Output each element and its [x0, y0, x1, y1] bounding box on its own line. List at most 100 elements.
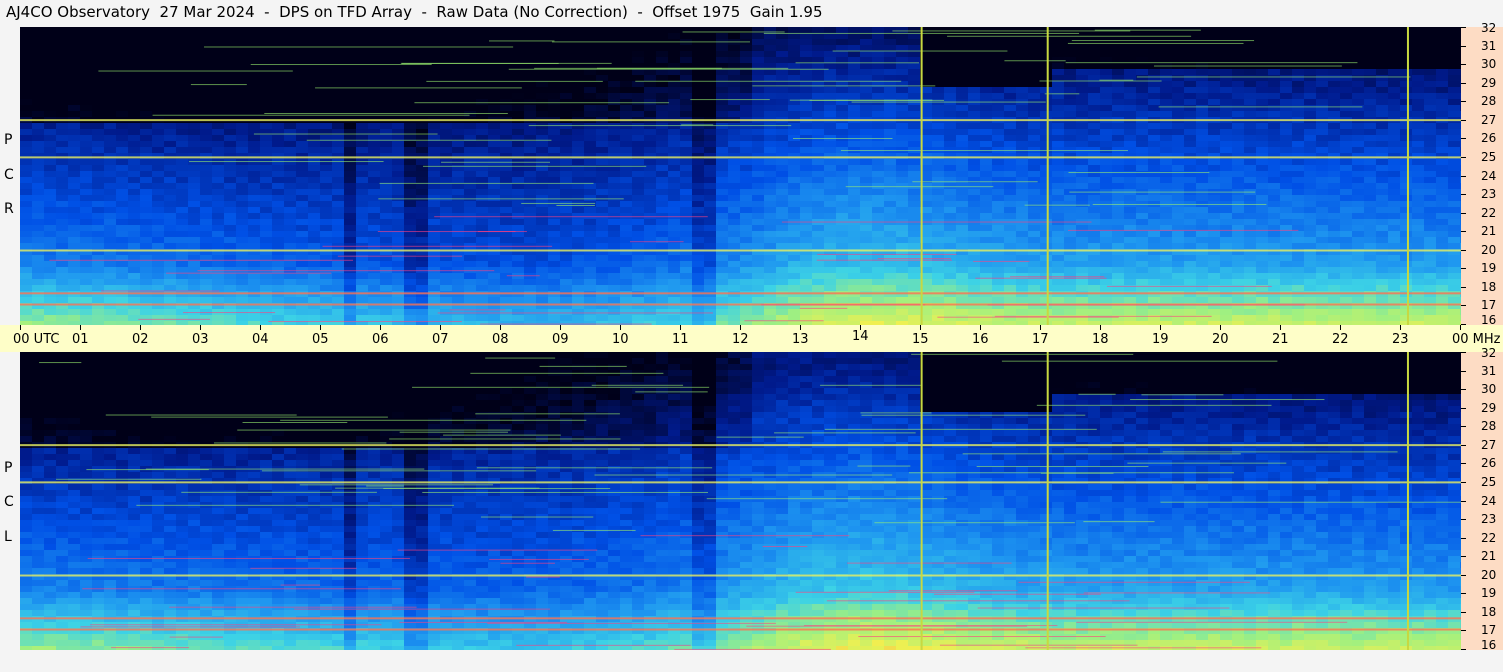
heatmap-cell [560, 243, 572, 249]
heatmap-cell [800, 105, 812, 111]
heatmap-cell [896, 63, 908, 69]
heatmap-cell [104, 63, 116, 69]
heatmap-cell [1376, 87, 1388, 93]
heatmap-cell [1208, 219, 1220, 225]
heatmap-cell [1124, 183, 1136, 189]
heatmap-cell [1088, 99, 1100, 105]
heatmap-cell [1400, 63, 1412, 69]
heatmap-cell [524, 183, 536, 189]
heatmap-cell [1448, 213, 1460, 219]
heatmap-cell [356, 219, 368, 225]
heatmap-cell [608, 255, 620, 261]
heatmap-cell [728, 147, 740, 153]
heatmap-cell [116, 243, 128, 249]
heatmap-cell [932, 195, 944, 201]
heatmap-cell [944, 261, 956, 267]
heatmap-cell [1148, 69, 1160, 75]
heatmap-cell [44, 57, 56, 63]
heatmap-cell [704, 267, 716, 273]
heatmap-cell [476, 51, 488, 57]
heatmap-cell [464, 105, 476, 111]
heatmap-cell [968, 123, 980, 129]
heatmap-cell [980, 213, 992, 219]
heatmap-cell [608, 129, 620, 135]
heatmap-cell [848, 237, 860, 243]
heatmap-cell [1448, 201, 1460, 207]
heatmap-cell [1436, 105, 1448, 111]
heatmap-cell [176, 27, 188, 33]
heatmap-cell [680, 261, 692, 267]
heatmap-cell [512, 225, 524, 231]
heatmap-cell [824, 183, 836, 189]
heatmap-cell [1268, 243, 1280, 249]
heatmap-cell [104, 177, 116, 183]
heatmap-cell [308, 75, 320, 81]
heatmap-cell [992, 39, 1004, 45]
heatmap-cell [1364, 183, 1376, 189]
heatmap-cell [956, 51, 968, 57]
heatmap-cell [1232, 135, 1244, 141]
heatmap-cell [824, 159, 836, 165]
heatmap-cell [212, 87, 224, 93]
heatmap-cell [896, 207, 908, 213]
heatmap-cell [1304, 75, 1316, 81]
heatmap-cell [1148, 57, 1160, 63]
heatmap-cell [860, 51, 872, 57]
heatmap-cell [968, 213, 980, 219]
heatmap-cell [824, 267, 836, 273]
heatmap-cell [1364, 189, 1376, 195]
heatmap-cell [1004, 75, 1016, 81]
heatmap-cell [668, 57, 680, 63]
heatmap-cell [812, 237, 824, 243]
heatmap-cell [896, 231, 908, 237]
heatmap-cell [44, 135, 56, 141]
heatmap-cell [20, 261, 32, 267]
heatmap-cell [32, 267, 44, 273]
heatmap-cell [116, 33, 128, 39]
heatmap-cell [1424, 165, 1436, 171]
heatmap-cell [1352, 123, 1364, 129]
heatmap-cell [80, 147, 92, 153]
heatmap-cell [212, 135, 224, 141]
heatmap-cell [272, 45, 284, 51]
heatmap-cell [1412, 219, 1424, 225]
heatmap-cell [968, 147, 980, 153]
heatmap-cell [1364, 195, 1376, 201]
heatmap-cell [764, 225, 776, 231]
heatmap-cell [20, 81, 32, 87]
heatmap-cell [224, 93, 236, 99]
heatmap-cell [680, 207, 692, 213]
heatmap-cell [164, 237, 176, 243]
heatmap-cell [140, 87, 152, 93]
heatmap-cell [332, 99, 344, 105]
heatmap-cell [92, 183, 104, 189]
heatmap-cell [1184, 195, 1196, 201]
heatmap-cell [404, 75, 416, 81]
heatmap-cell [476, 129, 488, 135]
heatmap-cell [224, 207, 236, 213]
heatmap-cell [812, 225, 824, 231]
heatmap-cell [1436, 93, 1448, 99]
heatmap-cell [1388, 147, 1400, 153]
heatmap-cell [248, 213, 260, 219]
heatmap-cell [812, 93, 824, 99]
heatmap-cell [944, 81, 956, 87]
heatmap-cell [452, 201, 464, 207]
heatmap-cell [1148, 45, 1160, 51]
heatmap-cell [1076, 213, 1088, 219]
heatmap-cell [260, 219, 272, 225]
heatmap-cell [1304, 207, 1316, 213]
heatmap-cell [608, 45, 620, 51]
heatmap-cell [752, 243, 764, 249]
heatmap-cell [1436, 87, 1448, 93]
heatmap-cell [1340, 225, 1352, 231]
heatmap-cell [164, 63, 176, 69]
heatmap-cell [1076, 177, 1088, 183]
heatmap-cell [1268, 267, 1280, 273]
heatmap-cell [584, 243, 596, 249]
heatmap-cell [1268, 177, 1280, 183]
heatmap-cell [1004, 129, 1016, 135]
heatmap-cell [464, 33, 476, 39]
heatmap-cell [1160, 159, 1172, 165]
heatmap-cell [200, 165, 212, 171]
